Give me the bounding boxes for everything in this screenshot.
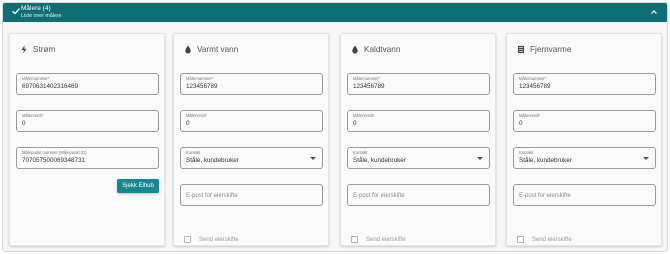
field-label: Målernummer* [22, 76, 50, 81]
field-label: Målernummer* [353, 76, 381, 81]
send-ownership-change-checkbox[interactable]: Send eierskifte [517, 236, 572, 243]
field-label: Målerverdi* [22, 113, 44, 118]
card-title-label: Fjernvarme [530, 44, 572, 54]
checkbox-label: Send eierskifte [199, 236, 239, 243]
meter-value-field[interactable]: Målerverdi* 0 [347, 110, 490, 132]
field-value: 123456789 [186, 83, 218, 90]
field-value: Ståle, kundebruker [186, 157, 239, 164]
meter-number-field[interactable]: Målernummer* 123456789 [513, 73, 656, 95]
meters-header[interactable]: Målere (4) Liste over målere [3, 3, 667, 22]
radiator-icon [517, 45, 525, 53]
email-ownership-change-input[interactable]: E-post for eierskifte [347, 184, 490, 206]
contact-select[interactable]: Kontakt Ståle, kundebruker [347, 147, 490, 169]
meters-panel: Målere (4) Liste over målere Strøm Måler… [2, 2, 668, 252]
meter-number-field[interactable]: Målernummer* 6970631402316469 [16, 73, 159, 95]
lightning-icon [21, 44, 27, 54]
checkbox-box[interactable] [517, 236, 524, 243]
checkbox-label: Send eierskifte [366, 236, 406, 243]
metering-point-field[interactable]: Målepunkt nummer (Målepunkt ID) 70705750… [16, 147, 159, 169]
water-drop-icon [185, 44, 191, 54]
card-title-label: Varmt vann [197, 44, 239, 54]
meter-card-fjernvarme: Fjernvarme Målernummer* 123456789 Målerv… [506, 33, 662, 246]
checkbox-label: Send eierskifte [532, 236, 572, 243]
send-ownership-change-checkbox[interactable]: Send eierskifte [184, 236, 239, 243]
field-label: Kontakt [186, 150, 201, 155]
check-icon [12, 8, 20, 15]
dropdown-caret-icon[interactable] [477, 157, 483, 160]
meter-number-field[interactable]: Målernummer* 123456789 [347, 73, 490, 95]
field-value: 0 [186, 120, 190, 127]
card-title: Strøm [20, 43, 55, 55]
field-label: Målernummer* [519, 76, 547, 81]
card-title: Varmt vann [184, 43, 238, 55]
field-value: 0 [353, 120, 357, 127]
checkbox-box[interactable] [184, 236, 191, 243]
field-value: Ståle, kundebruker [353, 157, 406, 164]
field-label: Kontakt [519, 150, 534, 155]
send-ownership-change-checkbox[interactable]: Send eierskifte [351, 236, 406, 243]
meter-card-kaldtvann: Kaldtvann Målernummer* 123456789 Målerve… [340, 33, 496, 246]
chevron-up-icon[interactable] [650, 8, 658, 16]
card-title-label: Kaldtvann [364, 44, 401, 54]
field-value: 0 [519, 120, 523, 127]
meter-value-field[interactable]: Målerverdi* 0 [16, 110, 159, 132]
meter-card-strom: Strøm Målernummer* 6970631402316469 Måle… [9, 33, 165, 246]
check-elhub-button[interactable]: Sjekk Elhub [117, 179, 159, 193]
card-title-label: Strøm [33, 44, 56, 54]
field-label: Målerverdi* [353, 113, 375, 118]
card-title: Kaldtvann [351, 43, 400, 55]
header-subtitle: Liste over målere [21, 13, 62, 19]
contact-select[interactable]: Kontakt Ståle, kundebruker [513, 147, 656, 169]
checkbox-box[interactable] [351, 236, 358, 243]
meter-card-varmt-vann: Varmt vann Målernummer* 123456789 Målerv… [173, 33, 329, 246]
contact-select[interactable]: Kontakt Ståle, kundebruker [180, 147, 323, 169]
dropdown-caret-icon[interactable] [643, 157, 649, 160]
field-label: Målernummer* [186, 76, 214, 81]
field-value: 123456789 [519, 83, 551, 90]
field-value: 707057500069348731 [22, 157, 86, 164]
header-title: Målere (4) [21, 5, 51, 12]
field-label: Målerverdi* [186, 113, 208, 118]
meter-number-field[interactable]: Målernummer* 123456789 [180, 73, 323, 95]
field-value: 123456789 [353, 83, 385, 90]
field-placeholder: E-post for eierskifte [519, 193, 571, 199]
field-value: 6970631402316469 [22, 83, 79, 90]
meter-value-field[interactable]: Målerverdi* 0 [513, 110, 656, 132]
field-label: Målepunkt nummer (Målepunkt ID) [22, 150, 87, 155]
email-ownership-change-input[interactable]: E-post for eierskifte [180, 184, 323, 206]
meter-value-field[interactable]: Målerverdi* 0 [180, 110, 323, 132]
field-label: Kontakt [353, 150, 368, 155]
field-label: Målerverdi* [519, 113, 541, 118]
field-value: Ståle, kundebruker [519, 157, 572, 164]
field-placeholder: E-post for eierskifte [186, 193, 238, 199]
dropdown-caret-icon[interactable] [310, 157, 316, 160]
field-value: 0 [22, 120, 26, 127]
water-drop-icon [352, 44, 358, 54]
card-title: Fjernvarme [517, 43, 571, 55]
email-ownership-change-input[interactable]: E-post for eierskifte [513, 184, 656, 206]
field-placeholder: E-post for eierskifte [353, 193, 405, 199]
